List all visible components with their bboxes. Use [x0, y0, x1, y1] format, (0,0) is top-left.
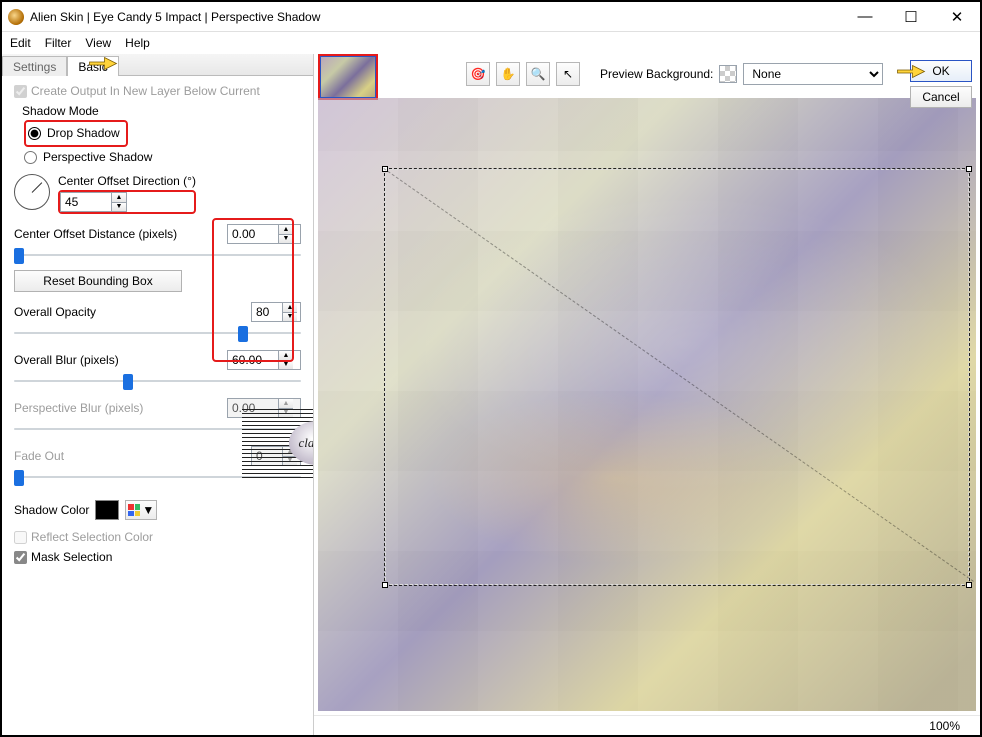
menu-view[interactable]: View: [85, 36, 111, 50]
radio-perspective-shadow[interactable]: [24, 151, 37, 164]
direction-dial[interactable]: [14, 174, 50, 210]
palette-icon: [128, 504, 140, 516]
handle-sw[interactable]: [382, 582, 388, 588]
watermark: claudia: [242, 408, 313, 478]
create-output-checkbox[interactable]: [14, 85, 27, 98]
annotation-pointer-ok: [896, 60, 926, 80]
mask-selection-checkbox[interactable]: [14, 551, 27, 564]
overall-opacity-label: Overall Opacity: [14, 305, 96, 319]
titlebar: Alien Skin | Eye Candy 5 Impact | Perspe…: [2, 2, 980, 32]
shadow-mode-label: Shadow Mode: [22, 104, 301, 118]
overall-blur-input[interactable]: [228, 353, 278, 367]
app-window: Alien Skin | Eye Candy 5 Impact | Perspe…: [0, 0, 982, 737]
center-offset-distance-field[interactable]: ▲▼: [227, 224, 301, 244]
center-offset-distance-row: Center Offset Distance (pixels) ▲▼: [14, 224, 301, 264]
cancel-button[interactable]: Cancel: [910, 86, 972, 108]
overall-opacity-field[interactable]: ▲▼: [251, 302, 301, 322]
center-offset-direction-field[interactable]: ▲▼: [60, 192, 127, 212]
radio-perspective-shadow-row[interactable]: Perspective Shadow: [24, 150, 301, 164]
chevron-down-icon: ▼: [142, 503, 154, 517]
shadow-color-row: Shadow Color ▼: [14, 500, 301, 520]
radio-perspective-shadow-label: Perspective Shadow: [43, 150, 152, 164]
preview-canvas[interactable]: [318, 98, 976, 711]
shadow-mode-group: Drop Shadow Perspective Shadow: [24, 120, 301, 164]
preview-pane: OK Cancel 🎯 ✋ 🔍 ↖ Preview Background: No…: [314, 54, 980, 735]
handle-ne[interactable]: [966, 166, 972, 172]
highlight-direction-value: ▲▼: [58, 190, 196, 214]
shadow-color-label: Shadow Color: [14, 503, 89, 517]
zoom-icon: 🔍: [531, 67, 546, 81]
overall-blur-label: Overall Blur (pixels): [14, 353, 119, 367]
center-offset-direction-input[interactable]: [61, 195, 111, 209]
center-offset-direction-row: Center Offset Direction (°) ▲▼: [14, 174, 301, 214]
center-offset-direction-label: Center Offset Direction (°): [58, 174, 196, 188]
radio-drop-shadow-label: Drop Shadow: [47, 126, 120, 140]
mask-selection-label: Mask Selection: [31, 550, 112, 564]
preview-background-control: Preview Background: None: [600, 63, 883, 85]
reset-bounding-box-button[interactable]: Reset Bounding Box: [14, 270, 182, 292]
maximize-button[interactable]: ☐: [888, 2, 934, 31]
settings-body: Create Output In New Layer Below Current…: [2, 76, 313, 735]
reflect-selection-label: Reflect Selection Color: [31, 530, 153, 544]
radio-drop-shadow[interactable]: [28, 127, 41, 140]
app-icon: [8, 9, 24, 25]
navigator-icon: 🎯: [471, 67, 486, 81]
settings-pane: Settings Basic Create Output In New Laye…: [2, 54, 314, 735]
handle-se[interactable]: [966, 582, 972, 588]
tool-pan-button[interactable]: ✋: [496, 62, 520, 86]
annotation-pointer-basic: [88, 52, 118, 72]
tab-bar: Settings Basic: [2, 54, 313, 76]
preview-thumbnail[interactable]: [318, 54, 378, 100]
mask-selection-row[interactable]: Mask Selection: [14, 550, 301, 564]
hand-icon: ✋: [501, 67, 516, 81]
reflect-selection-checkbox: [14, 531, 27, 544]
center-offset-distance-input[interactable]: [228, 227, 278, 241]
window-title: Alien Skin | Eye Candy 5 Impact | Perspe…: [30, 10, 842, 24]
preview-toolbar: 🎯 ✋ 🔍 ↖ Preview Background: None: [314, 54, 980, 94]
distance-spinner[interactable]: ▲▼: [278, 225, 293, 243]
direction-spinner[interactable]: ▲▼: [111, 193, 126, 211]
body: Settings Basic Create Output In New Laye…: [2, 54, 980, 735]
zoom-level: 100%: [929, 719, 960, 733]
overall-opacity-slider[interactable]: [14, 324, 301, 342]
radio-drop-shadow-row[interactable]: Drop Shadow: [28, 126, 120, 140]
create-output-checkbox-row: Create Output In New Layer Below Current: [14, 84, 301, 98]
menubar: Edit Filter View Help: [2, 32, 980, 54]
menu-edit[interactable]: Edit: [10, 36, 31, 50]
shadow-color-swatch[interactable]: [95, 500, 119, 520]
checker-icon: [719, 65, 737, 83]
menu-filter[interactable]: Filter: [45, 36, 72, 50]
tool-zoom-button[interactable]: 🔍: [526, 62, 550, 86]
preview-background-select[interactable]: None: [743, 63, 883, 85]
watermark-text: claudia: [289, 421, 313, 465]
reflect-selection-row: Reflect Selection Color: [14, 530, 301, 544]
overall-opacity-input[interactable]: [252, 305, 282, 319]
opacity-spinner[interactable]: ▲▼: [282, 303, 297, 321]
center-offset-distance-slider[interactable]: [14, 246, 301, 264]
overall-opacity-row: Overall Opacity ▲▼: [14, 302, 301, 342]
preview-background-label: Preview Background:: [600, 67, 713, 81]
minimize-button[interactable]: —: [842, 2, 888, 31]
blur-spinner[interactable]: ▲▼: [278, 351, 293, 369]
close-button[interactable]: ✕: [934, 2, 980, 31]
highlight-drop-shadow: Drop Shadow: [24, 120, 128, 147]
window-controls: — ☐ ✕: [842, 2, 980, 31]
overall-blur-field[interactable]: ▲▼: [227, 350, 301, 370]
fade-out-label: Fade Out: [14, 449, 64, 463]
pointer-icon: ↖: [563, 67, 573, 81]
create-output-label: Create Output In New Layer Below Current: [31, 84, 260, 98]
tool-pointer-button[interactable]: ↖: [556, 62, 580, 86]
status-bar: 100%: [314, 715, 980, 735]
tab-settings[interactable]: Settings: [2, 56, 67, 76]
center-offset-distance-label: Center Offset Distance (pixels): [14, 227, 177, 241]
perspective-blur-label: Perspective Blur (pixels): [14, 401, 143, 415]
menu-help[interactable]: Help: [125, 36, 150, 50]
tool-navigator-button[interactable]: 🎯: [466, 62, 490, 86]
color-picker-button[interactable]: ▼: [125, 500, 157, 520]
overall-blur-row: Overall Blur (pixels) ▲▼: [14, 350, 301, 390]
overall-blur-slider[interactable]: [14, 372, 301, 390]
